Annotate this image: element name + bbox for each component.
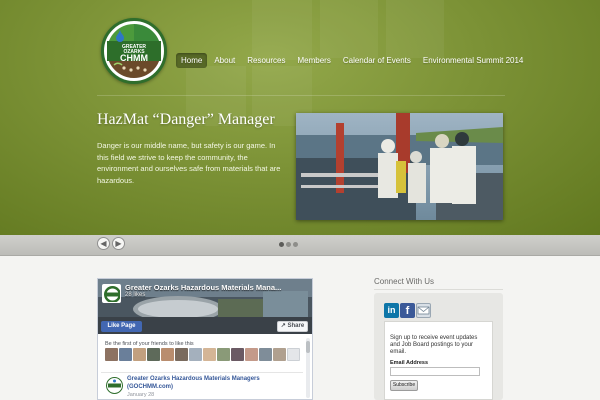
friend-avatar[interactable] [133,348,146,361]
facebook-like-label: Like Page [107,323,136,329]
friend-avatar[interactable] [259,348,272,361]
email-field[interactable] [390,367,480,376]
slider-dot[interactable] [279,242,284,247]
arrow-right-icon[interactable]: ▶ [112,237,125,250]
slider-controls: ◀ ▶ [0,235,600,256]
background-tile [386,0,444,58]
nav-item-resources[interactable]: Resources [242,53,290,68]
background-tile [252,0,312,60]
hero-banner: GREATER OZARKS CHMM Home About Resources… [0,0,600,235]
facebook-friends-text: Be the first of your friends to like thi… [105,341,194,347]
friend-avatar[interactable] [175,348,188,361]
nav-item-calendar[interactable]: Calendar of Events [338,53,416,68]
arrow-left-icon[interactable]: ◀ [97,237,110,250]
friend-avatar[interactable] [231,348,244,361]
friend-avatar[interactable] [161,348,174,361]
facebook-post-author[interactable]: Greater Ozarks Hazardous Materials Manag… [127,376,297,391]
slider-dot[interactable] [286,242,291,247]
facebook-share-button[interactable]: ↗ Share [277,321,308,332]
newsletter-signup-form: Sign up to receive event updates and Job… [384,321,493,400]
facebook-post-avatar[interactable] [106,377,123,394]
facebook-page-avatar[interactable] [102,284,121,303]
friend-avatar[interactable] [217,348,230,361]
friend-avatar[interactable] [147,348,160,361]
linkedin-icon[interactable]: in [384,303,399,318]
signup-description: Sign up to receive event updates and Job… [390,335,478,355]
slide-description: Danger is our middle name, but safety is… [97,141,281,185]
facebook-page-widget: Greater Ozarks Hazardous Materials Mana.… [97,278,313,400]
friend-avatar[interactable] [105,348,118,361]
friend-avatar[interactable] [189,348,202,361]
placeholder-avatar [287,348,300,361]
facebook-like-button[interactable]: Like Page [101,321,142,332]
slider-dot[interactable] [293,242,298,247]
facebook-post-date[interactable]: January 28 [127,392,154,398]
friend-avatar[interactable] [245,348,258,361]
facebook-like-count: 28 likes [125,292,146,298]
friend-avatar[interactable] [273,348,286,361]
email-label: Email Address [390,360,429,366]
facebook-friend-faces [105,348,301,361]
facebook-scrollbar-thumb[interactable] [306,341,310,353]
nav-item-about[interactable]: About [209,53,240,68]
email-icon[interactable] [416,303,431,318]
share-icon: ↗ [280,323,286,329]
slide-title: HazMat “Danger” Manager [97,111,275,128]
nav-item-home[interactable]: Home [176,53,208,68]
slider-dots [279,242,300,247]
slide-photo[interactable] [296,113,503,220]
friend-avatar[interactable] [203,348,216,361]
background-tile [320,0,378,58]
friend-avatar[interactable] [119,348,132,361]
logo-line3: CHMM [120,53,148,63]
facebook-icon[interactable]: f [400,303,415,318]
facebook-page-name[interactable]: Greater Ozarks Hazardous Materials Mana.… [125,283,281,292]
facebook-share-label: Share [287,323,305,329]
facebook-post: Greater Ozarks Hazardous Materials Manag… [101,372,303,399]
connect-divider [374,289,503,290]
connect-heading: Connect With Us [374,277,435,286]
hero-divider [97,95,505,96]
main-navigation: Home About Resources Members Calendar of… [176,53,530,68]
subscribe-button[interactable]: Subscribe [390,380,418,391]
nav-item-members[interactable]: Members [293,53,336,68]
nav-item-environmental-summit[interactable]: Environmental Summit 2014 [418,53,529,68]
site-logo[interactable]: GREATER OZARKS CHMM [101,18,167,84]
